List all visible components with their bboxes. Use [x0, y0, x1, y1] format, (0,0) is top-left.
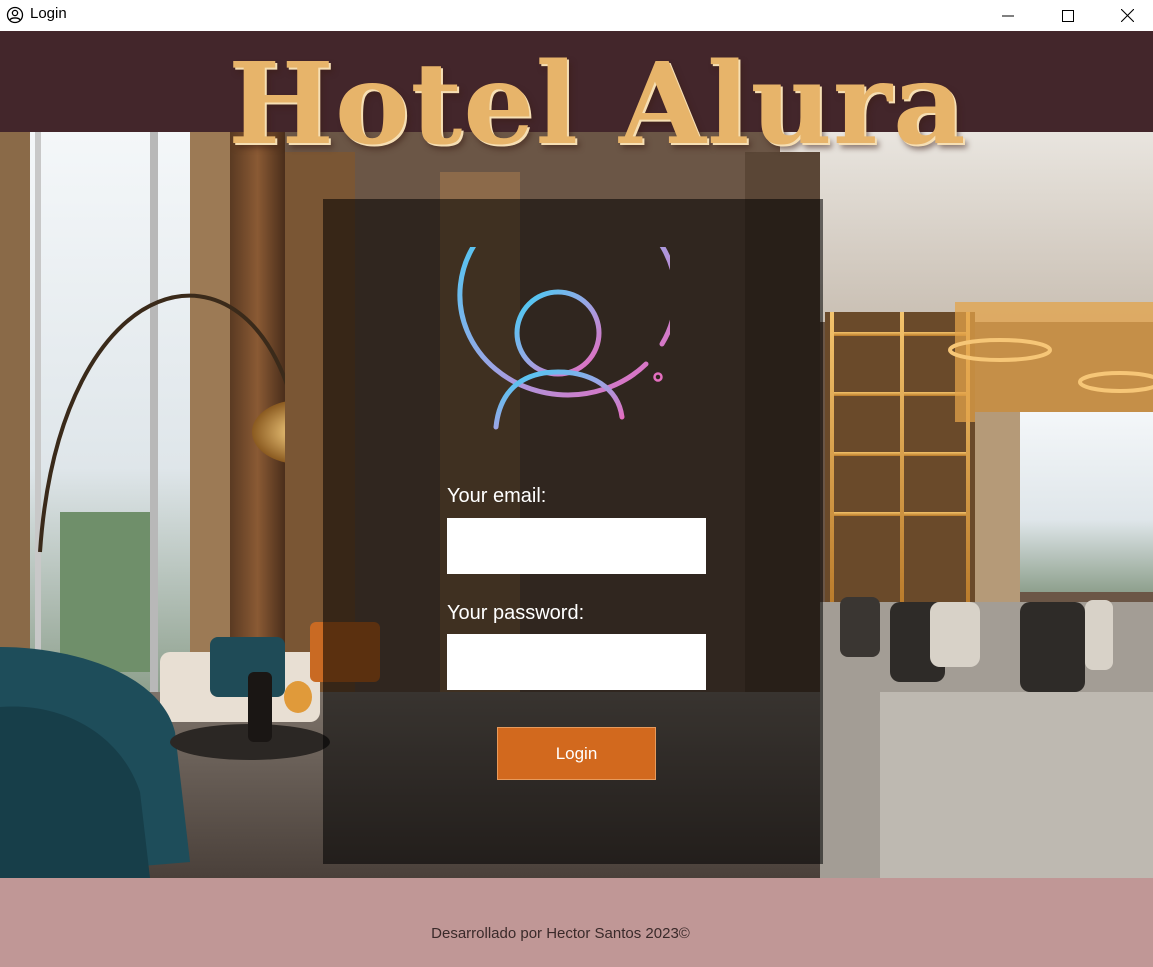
hotel-logo-title: Hotel Alura: [228, 39, 967, 170]
user-circle-icon: [6, 6, 24, 24]
minimize-button[interactable]: [985, 0, 1031, 31]
password-field[interactable]: [447, 634, 706, 690]
footer-credit: Desarrollado por Hector Santos 2023©: [431, 925, 690, 942]
close-button[interactable]: [1104, 0, 1150, 31]
email-field[interactable]: [447, 518, 706, 574]
window-title: Login: [30, 5, 67, 22]
close-icon: [1120, 9, 1134, 22]
email-label: Your email:: [447, 485, 547, 507]
login-button[interactable]: Login: [497, 727, 656, 780]
window-titlebar: Login: [0, 0, 1153, 31]
maximize-button[interactable]: [1045, 0, 1091, 31]
minimize-icon: [1002, 15, 1014, 16]
user-avatar-icon: [457, 247, 670, 430]
password-label: Your password:: [447, 602, 585, 624]
maximize-icon: [1062, 9, 1074, 22]
footer: Desarrollado por Hector Santos 2023©: [0, 878, 1153, 967]
